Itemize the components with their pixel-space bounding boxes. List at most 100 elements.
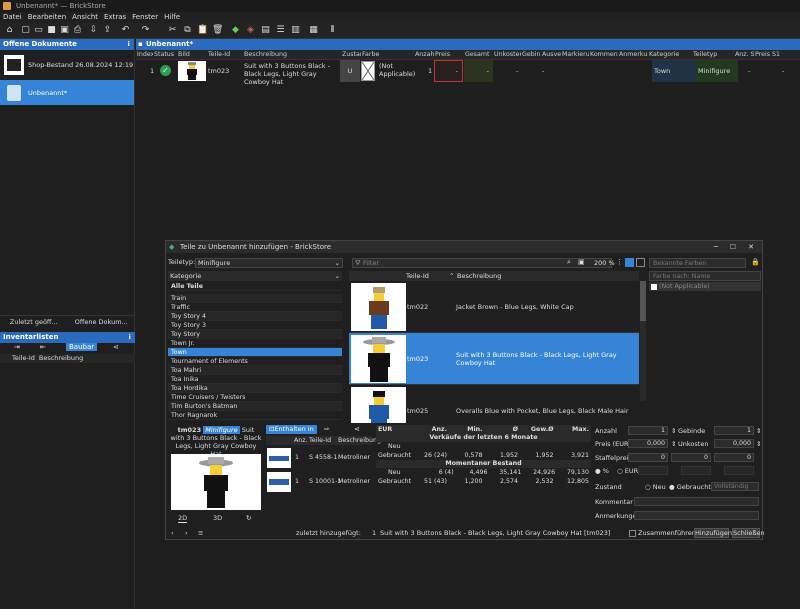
col-teile-id[interactable]: Teile-Id	[12, 354, 35, 363]
col-farbe[interactable]: Farbe	[361, 50, 414, 59]
stepper-icon[interactable]: ⇕	[671, 427, 676, 435]
tier2-input[interactable]: 0	[671, 453, 711, 462]
anmerkungen-input[interactable]	[634, 511, 759, 520]
open-folder-icon[interactable]: ▭	[33, 25, 44, 36]
rotate-icon[interactable]: ↻	[246, 514, 251, 522]
forward-icon[interactable]: ›	[185, 527, 188, 540]
col-set-id[interactable]: Teile-Id	[309, 436, 331, 445]
category-item[interactable]: Toa Inika	[168, 375, 342, 384]
menu-bearbeiten[interactable]: Bearbeiten	[25, 12, 69, 23]
col-part-id[interactable]: Teile-Id	[406, 271, 429, 281]
part-row[interactable]: tm025 Overalls Blue with Pocket, Blue Le…	[349, 385, 639, 423]
filter-input[interactable]: ⛛ Filter	[352, 258, 612, 268]
print-icon[interactable]: ⎙	[72, 25, 83, 36]
redo-icon[interactable]: ↷	[140, 25, 151, 36]
table-row[interactable]: 1 ✓ tm023 Suit with 3 Buttons Black - Bl…	[136, 60, 800, 86]
copy-icon[interactable]: ⧉	[182, 25, 193, 36]
add-button[interactable]: Hinzufügen	[694, 528, 732, 538]
eur-radio[interactable]: ○ EUR	[617, 467, 638, 475]
col-anzahl[interactable]: Anzahl	[414, 50, 434, 59]
col-anz[interactable]: Anz.	[294, 436, 308, 445]
col-ausverkauf[interactable]: Ausver	[541, 50, 561, 59]
zoom-level[interactable]: 200 %	[594, 259, 615, 267]
part-row[interactable]: tm023 Suit with 3 Buttons Black - Black …	[349, 333, 639, 385]
menu-icon[interactable]: ≡	[198, 527, 203, 540]
barcode-icon[interactable]: ▥	[290, 25, 301, 36]
color-filter-input[interactable]: Farbe nach: Name	[649, 271, 761, 281]
merge-checkbox[interactable]	[629, 530, 636, 537]
save-as-icon[interactable]: ▣	[59, 25, 70, 36]
tier1-input[interactable]: 0	[628, 453, 668, 462]
category-item[interactable]: Tim Burton's Batman	[168, 402, 342, 411]
stepper-icon[interactable]: ⇕	[756, 427, 761, 435]
panel-menu-icon[interactable]: ⁝	[127, 39, 130, 50]
list-icon[interactable]: ☰	[275, 25, 286, 36]
tier1-discount-input[interactable]	[638, 466, 668, 475]
preis-input[interactable]: 0,000	[628, 439, 668, 448]
tier3-discount-input[interactable]	[724, 466, 754, 475]
view-3d-tab[interactable]: 3D	[213, 514, 222, 522]
teiletyp-select[interactable]: Minifigure ⌄	[195, 258, 343, 268]
col-teiletyp[interactable]: Teiletyp	[692, 50, 734, 59]
col-bild[interactable]: Bild	[177, 50, 207, 59]
menu-fenster[interactable]: Fenster	[129, 12, 161, 23]
tier2-discount-input[interactable]	[681, 466, 711, 475]
category-item[interactable]: Thor Ragnarok	[168, 411, 342, 420]
part-row[interactable]: tm022 Jacket Brown - Blue Legs, White Ca…	[349, 281, 639, 333]
col-teile-id[interactable]: Teile-Id	[207, 50, 243, 59]
menu-ansicht[interactable]: Ansicht	[69, 12, 101, 23]
col-preis-s1[interactable]: Preis S1	[754, 50, 780, 59]
currency-label[interactable]: EUR	[376, 425, 414, 434]
scrollbar-thumb[interactable]	[640, 281, 646, 321]
stepper-icon[interactable]: ⇕	[756, 440, 761, 448]
col-index[interactable]: Index	[136, 50, 153, 59]
category-item[interactable]: Toy Story	[168, 330, 342, 339]
columns-icon[interactable]: ⫴	[327, 25, 338, 36]
category-item[interactable]: Toa Mahri	[168, 366, 342, 375]
category-header[interactable]: Kategorie ⌄	[168, 271, 342, 281]
doc-unbenannt[interactable]: Unbenannt*	[0, 80, 134, 105]
minimize-icon[interactable]: ─	[714, 241, 718, 253]
category-item[interactable]: Tournament of Elements	[168, 357, 342, 366]
view-2d-tab[interactable]: 2D	[178, 514, 188, 523]
col-kommentar[interactable]: Kommentar	[589, 50, 618, 59]
doc-shop-bestand[interactable]: Shop-Bestand 26.08.2024 12:19	[0, 53, 134, 77]
unkosten-input[interactable]: 0,000	[714, 439, 754, 448]
status-ok-icon[interactable]: ✓	[160, 65, 171, 76]
category-item[interactable]: Toy Story 3	[168, 321, 342, 330]
color-list-item[interactable]: (Not Applicable)	[649, 282, 761, 291]
col-kategorie[interactable]: Kategorie	[648, 50, 692, 59]
col-markierung[interactable]: Markierung	[561, 50, 589, 59]
add-item-icon[interactable]: ◆	[230, 25, 241, 36]
known-colors-select[interactable]: Bekannte Farben	[649, 258, 746, 268]
col-beschreibung[interactable]: Beschreibung	[243, 50, 341, 59]
category-item[interactable]: Alle Teile	[168, 282, 342, 291]
row-condition[interactable]: U	[340, 60, 360, 82]
back-icon[interactable]: ‹	[171, 527, 174, 540]
category-item[interactable]: Time Cruisers / Twisters	[168, 393, 342, 402]
col-beschreibung[interactable]: Beschreibung	[39, 354, 83, 363]
col-zustand[interactable]: Zustan	[341, 50, 361, 59]
export-icon[interactable]: ⇪	[102, 25, 113, 36]
maximize-icon[interactable]: ☐	[730, 241, 736, 253]
category-item[interactable]: Town	[168, 348, 342, 357]
share-icon[interactable]: ⋖	[113, 343, 119, 351]
appears-in-button[interactable]: ⊡Enthalten in	[266, 425, 317, 434]
col-unkosten[interactable]: Unkosten	[493, 50, 521, 59]
col-anmerkung[interactable]: Anmerkung	[618, 50, 648, 59]
set-row[interactable]: 1 S 4558-1 Metroliner	[266, 446, 372, 470]
completeness-select[interactable]: Vollständig	[711, 482, 759, 491]
category-item[interactable]: Toa Hordika	[168, 384, 342, 393]
table-icon[interactable]: ▦	[308, 25, 319, 36]
import-icon[interactable]: ⇩	[88, 25, 99, 36]
anzahl-input[interactable]: 1	[628, 426, 668, 435]
cut-icon[interactable]: ✂	[167, 25, 178, 36]
save-icon[interactable]: ■	[46, 25, 57, 36]
inventory-import-icon[interactable]: ⇥	[14, 343, 20, 351]
condition-used-radio[interactable]: ● Gebraucht	[669, 483, 711, 491]
panel-menu-icon[interactable]: ⁝	[128, 332, 131, 343]
open-set-icon[interactable]: ⇨	[324, 425, 330, 433]
category-item[interactable]: Traffic	[168, 303, 342, 312]
grid-view-icon[interactable]	[636, 258, 645, 267]
delete-icon[interactable]: 🗑	[212, 25, 223, 36]
